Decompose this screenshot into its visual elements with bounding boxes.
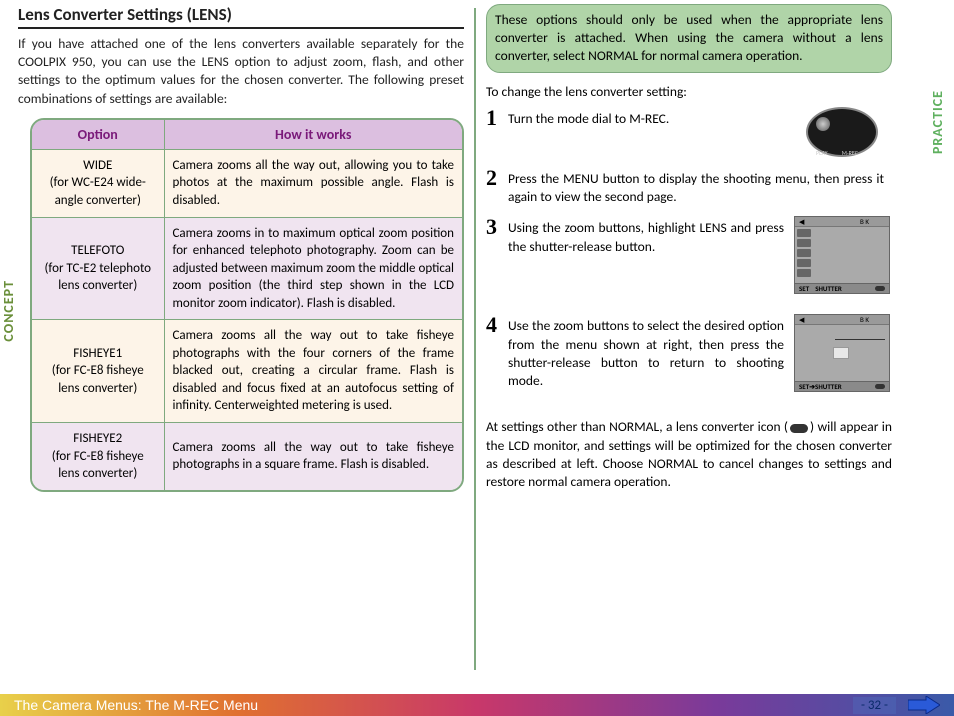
step-text: Using the zoom buttons, highlight LENS a… (508, 216, 792, 255)
step-number: 4 (486, 314, 508, 336)
step-number: 3 (486, 216, 508, 238)
mode-dial-illustration: PLAYM-REC (792, 107, 892, 157)
table-row: FISHEYE2(for FC-E8 fisheye lens converte… (32, 422, 462, 489)
page-number: - 32 - (853, 697, 896, 714)
step-text: Turn the mode dial to M-REC. (508, 107, 792, 128)
lcd-illustration-menu: B K SETSHUTTER (792, 216, 892, 294)
table-row: WIDE(for WC-E24 wide-angle converter)Cam… (32, 149, 462, 217)
col-header-option: Option (32, 120, 164, 150)
step-number: 1 (486, 107, 508, 129)
step-4: 4 Use the zoom buttons to select the des… (486, 314, 892, 392)
step-text: Press the MENU button to display the sho… (508, 167, 892, 206)
options-table: Option How it works WIDE(for WC-E24 wide… (30, 118, 464, 492)
practice-tab: PRACTICE (929, 90, 946, 154)
step-number: 2 (486, 167, 508, 189)
page-footer: The Camera Menus: The M-REC Menu - 32 - (0, 694, 954, 716)
table-row: FISHEYE1(for FC-E8 fisheye lens converte… (32, 320, 462, 423)
step-2: 2 Press the MENU button to display the s… (486, 167, 892, 206)
col-header-how: How it works (164, 120, 462, 150)
table-row: TELEFOTO(for TC-E2 telephoto lens conver… (32, 217, 462, 320)
right-column: These options should only be used when t… (476, 4, 932, 680)
step-1: 1 Turn the mode dial to M-REC. PLAYM-REC (486, 107, 892, 157)
option-cell: FISHEYE1(for FC-E8 fisheye lens converte… (32, 320, 164, 423)
page-body: Lens Converter Settings (LENS) If you ha… (0, 0, 954, 680)
concept-tab: CONCEPT (0, 280, 17, 342)
intro-text: If you have attached one of the lens con… (18, 35, 464, 108)
step-3: 3 Using the zoom buttons, highlight LENS… (486, 216, 892, 294)
description-cell: Camera zooms all the way out to take fis… (164, 320, 462, 423)
caution-note: These options should only be used when t… (486, 4, 892, 73)
procedure-lead: To change the lens converter setting: (486, 83, 892, 101)
description-cell: Camera zooms all the way out to take fis… (164, 422, 462, 489)
option-cell: FISHEYE2(for FC-E8 fisheye lens converte… (32, 422, 164, 489)
breadcrumb: The Camera Menus: The M-REC Menu (14, 697, 258, 713)
description-cell: Camera zooms all the way out, allowing y… (164, 149, 462, 217)
description-cell: Camera zooms in to maximum optical zoom … (164, 217, 462, 320)
lens-converter-icon (790, 424, 808, 433)
post-text: At settings other than NORMAL, a lens co… (486, 418, 892, 491)
left-column: Lens Converter Settings (LENS) If you ha… (18, 4, 474, 680)
next-page-arrow[interactable] (908, 696, 940, 714)
section-title: Lens Converter Settings (LENS) (18, 4, 464, 29)
lcd-illustration-option: B K SET➔SHUTTER (792, 314, 892, 392)
steps-list: 1 Turn the mode dial to M-REC. PLAYM-REC… (486, 107, 892, 402)
step-text: Use the zoom buttons to select the desir… (508, 314, 792, 390)
option-cell: WIDE(for WC-E24 wide-angle converter) (32, 149, 164, 217)
option-cell: TELEFOTO(for TC-E2 telephoto lens conver… (32, 217, 164, 320)
